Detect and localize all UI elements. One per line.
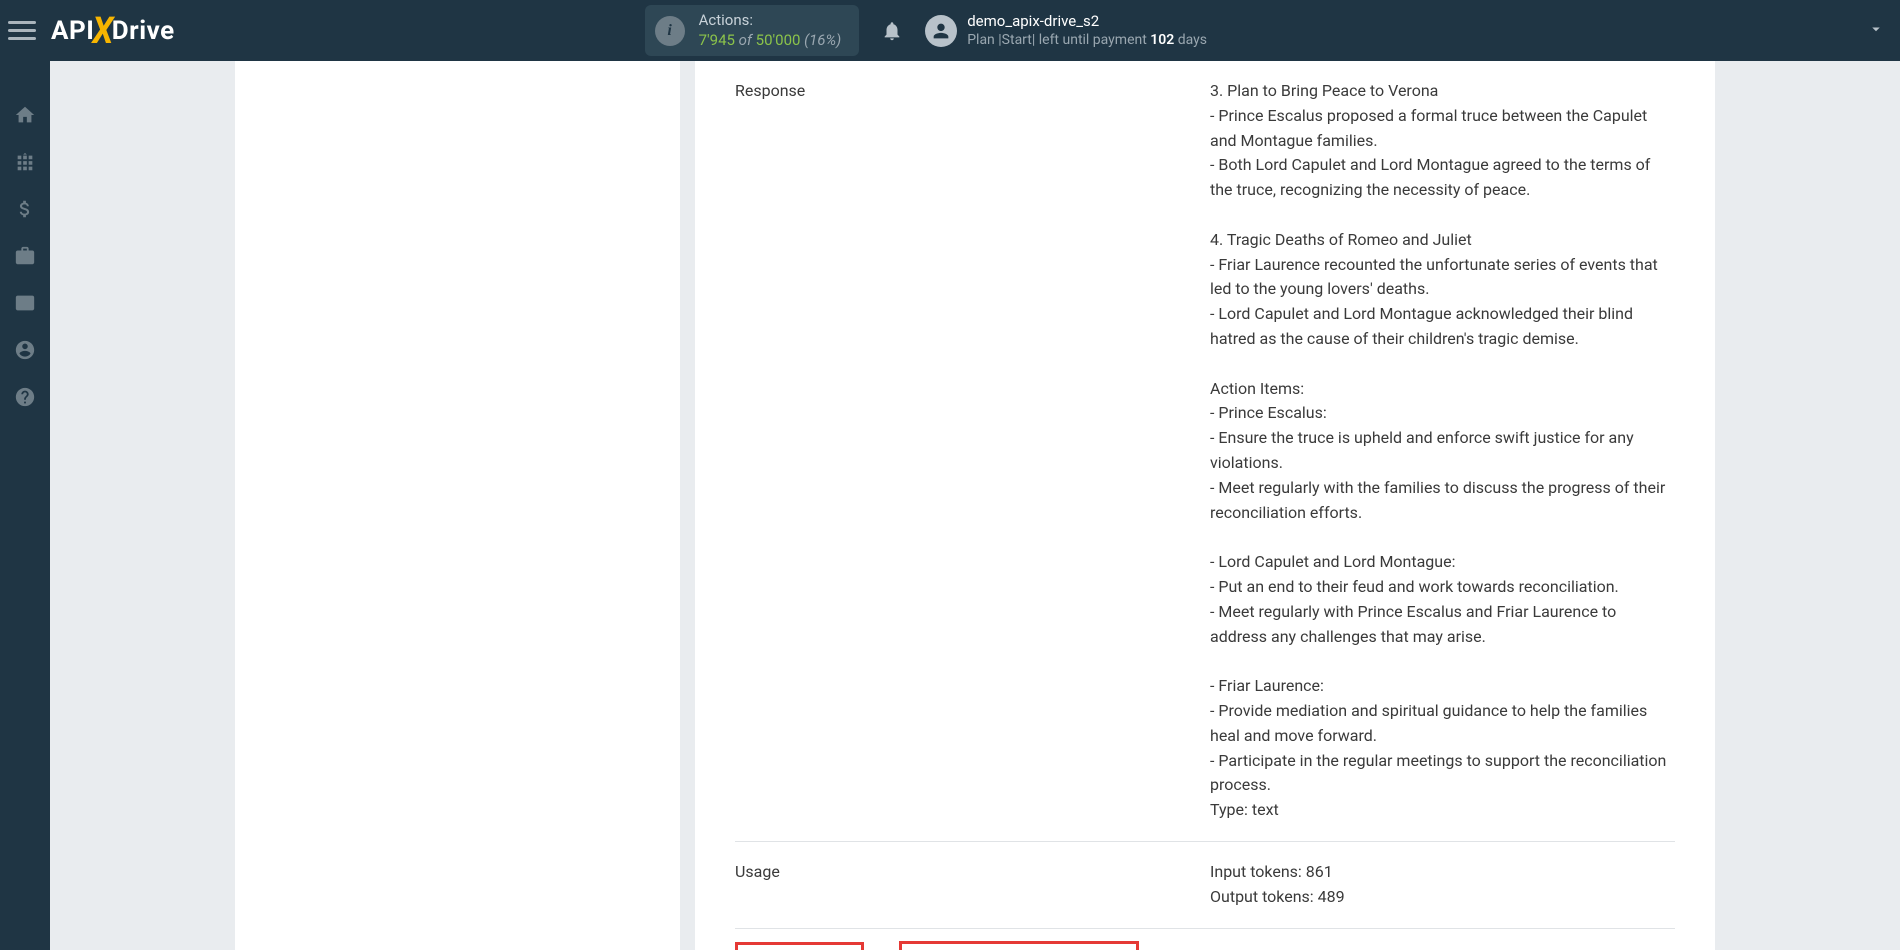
search-in-button[interactable]: Search in Anthropic [899,941,1139,950]
user-name: demo_apix-drive_s2 [967,12,1207,32]
actions-counter[interactable]: i Actions: 7'945 of 50'000 (16%) [645,5,860,56]
info-icon: i [655,16,685,46]
actions-label: Actions: [699,11,842,31]
logo-x: X [92,9,113,53]
header: API X Drive i Actions: 7'945 of 50'000 (… [0,0,1900,61]
logo-text-post: Drive [112,16,175,46]
notifications-icon[interactable] [881,20,903,42]
menu-icon[interactable] [8,17,36,45]
sidebar-help[interactable] [0,373,50,420]
avatar [925,15,957,47]
sidebar [0,61,50,950]
response-value: 3. Plan to Bring Peace to Verona - Princ… [1210,79,1675,823]
sidebar-home[interactable] [0,91,50,138]
main-panel: Response 3. Plan to Bring Peace to Veron… [695,61,1715,950]
left-panel [235,61,680,950]
user-info: demo_apix-drive_s2 Plan |Start| left unt… [967,12,1207,50]
edit-button[interactable]: Edit [735,942,864,950]
user-plan: Plan |Start| left until payment 102 days [967,31,1207,49]
response-label: Response [735,79,1210,823]
usage-row: Usage Input tokens: 861 Output tokens: 4… [735,842,1675,929]
actions-pct: (16%) [800,31,841,49]
sidebar-video[interactable] [0,279,50,326]
actions-total: 50'000 [756,31,801,49]
actions-row: Edit Search in Anthropic Continue [735,929,1675,950]
sidebar-toolbox[interactable] [0,232,50,279]
chevron-down-icon[interactable] [1677,20,1885,42]
actions-text: Actions: 7'945 of 50'000 (16%) [699,11,842,50]
user-block[interactable]: demo_apix-drive_s2 Plan |Start| left unt… [925,12,1207,50]
logo[interactable]: API X Drive [51,11,175,51]
response-row: Response 3. Plan to Bring Peace to Veron… [735,61,1675,842]
sidebar-connections[interactable] [0,138,50,185]
sidebar-profile[interactable] [0,326,50,373]
usage-label: Usage [735,860,1210,910]
actions-used: 7'945 [699,31,735,49]
usage-value: Input tokens: 861 Output tokens: 489 [1210,860,1675,910]
sidebar-billing[interactable] [0,185,50,232]
logo-text-pre: API [51,16,94,46]
actions-of: of [735,31,756,49]
